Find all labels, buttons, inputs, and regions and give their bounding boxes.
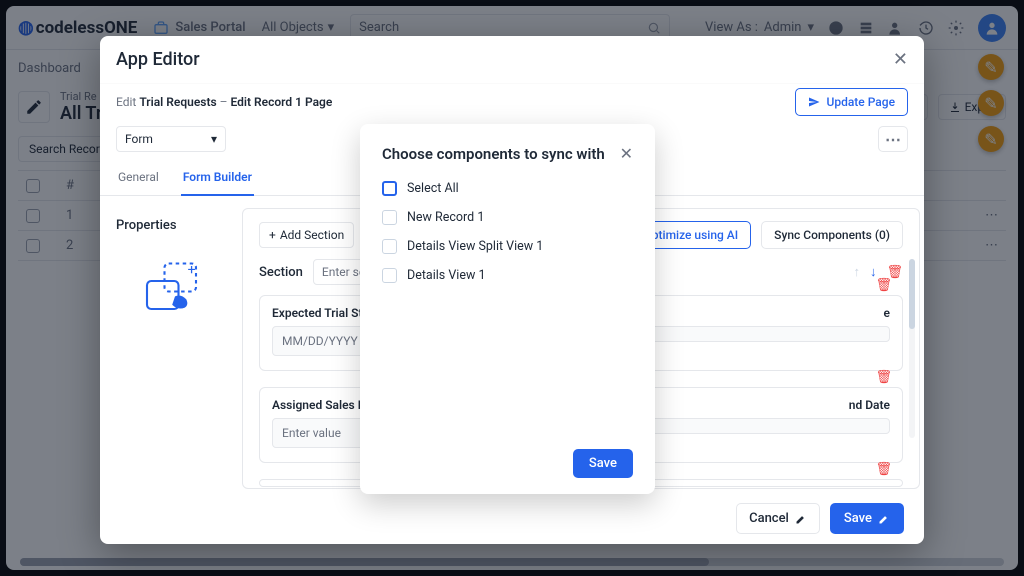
tab-form-builder[interactable]: Form Builder [181, 162, 254, 196]
caret-down-icon: ▾ [211, 132, 217, 146]
sync-option[interactable]: New Record 1 [382, 210, 633, 225]
properties-heading: Properties [116, 218, 234, 233]
cancel-button[interactable]: Cancel [736, 503, 820, 534]
move-up-icon[interactable]: ↑ [853, 264, 860, 280]
sync-components-modal: Choose components to sync with ✕ Select … [360, 124, 655, 494]
pencil-icon [878, 513, 890, 525]
delete-field-icon[interactable]: 🗑 [875, 278, 892, 293]
editor-breadcrumb: Edit Trial Requests – Edit Record 1 Page [116, 95, 332, 109]
plus-icon: + [269, 228, 276, 242]
sync-modal-title: Choose components to sync with [382, 145, 605, 163]
section-label: Section [259, 265, 303, 280]
sync-select-all[interactable]: Select All [382, 181, 633, 196]
save-button[interactable]: Save [830, 503, 904, 534]
sync-save-button[interactable]: Save [573, 449, 633, 478]
drag-illustration: + [116, 253, 234, 323]
more-actions[interactable]: ⋯ [878, 126, 908, 152]
add-section-button[interactable]: + Add Section [259, 222, 354, 248]
checkbox[interactable] [382, 181, 397, 196]
close-icon[interactable]: ✕ [620, 144, 633, 163]
sync-components-button[interactable]: Sync Components (0) [761, 221, 903, 249]
close-icon[interactable]: ✕ [893, 49, 908, 70]
checkbox[interactable] [382, 268, 397, 283]
tab-general[interactable]: General [116, 162, 161, 195]
checkbox[interactable] [382, 239, 397, 254]
checkbox[interactable] [382, 210, 397, 225]
svg-text:+: + [188, 262, 196, 278]
vertical-scrollbar[interactable] [909, 259, 915, 438]
delete-field-icon[interactable]: 🗑 [875, 370, 892, 385]
pencil-icon [795, 513, 807, 525]
form-type-select[interactable]: Form ▾ [116, 126, 226, 152]
send-icon [808, 96, 820, 108]
delete-field-icon[interactable]: 🗑 [875, 462, 892, 477]
update-page-button[interactable]: Update Page [795, 88, 908, 116]
modal-title: App Editor [116, 49, 200, 70]
sync-option[interactable]: Details View 1 [382, 268, 633, 283]
sync-option[interactable]: Details View Split View 1 [382, 239, 633, 254]
